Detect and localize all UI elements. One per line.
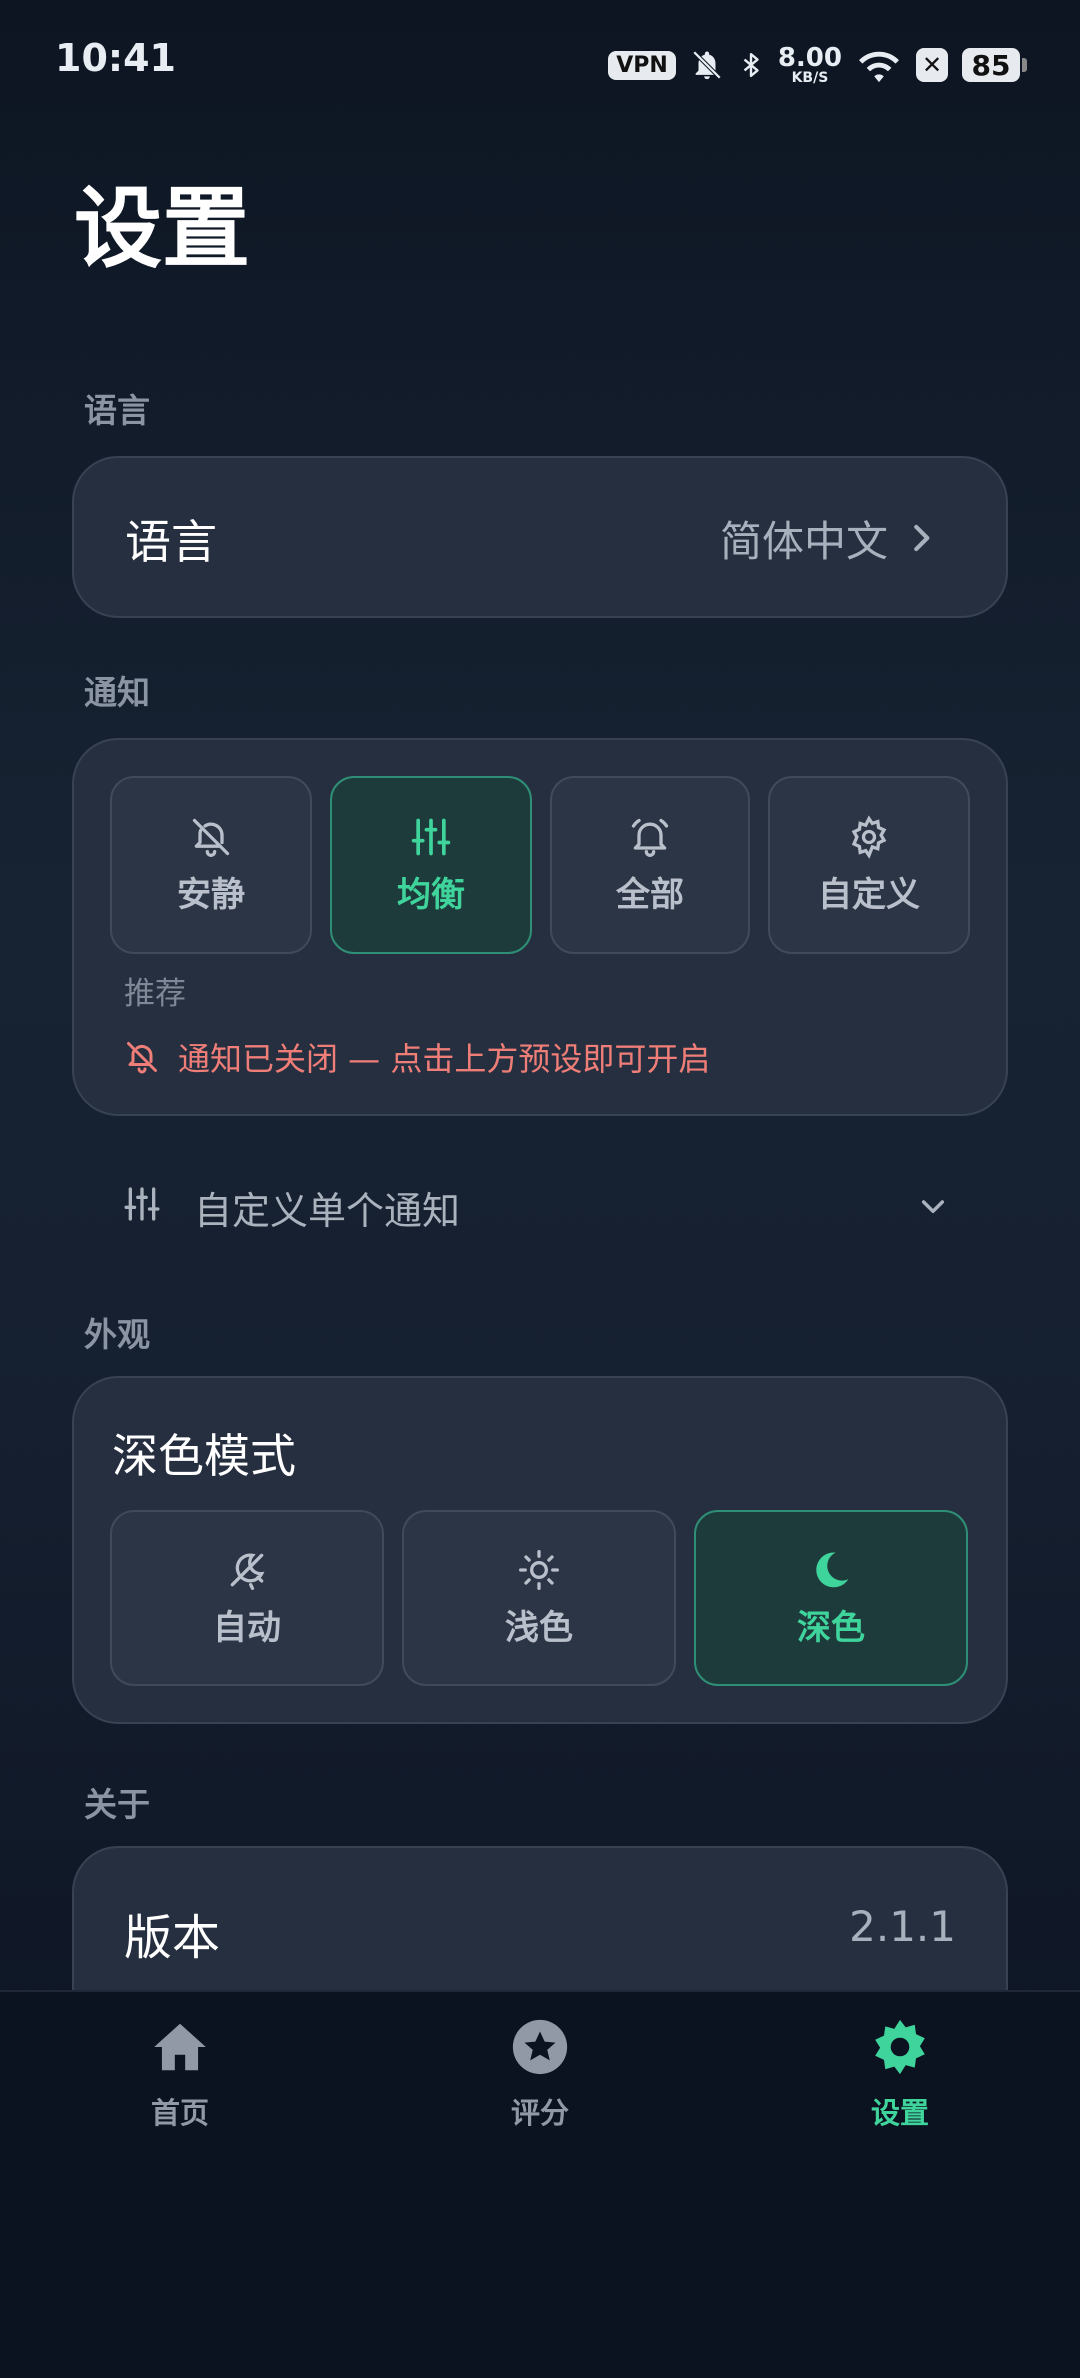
dark-mode-title: 深色模式 xyxy=(112,1429,296,1483)
status-icons: VPN 8.00 KB/S ✕ 85 xyxy=(608,40,1027,90)
nav-rate[interactable]: 评分 xyxy=(440,2016,640,2132)
preset-balanced-label: 均衡 xyxy=(397,874,465,915)
battery-icon: 85 xyxy=(962,48,1027,82)
section-appearance-heading: 外观 xyxy=(84,1315,150,1354)
x-box-icon: ✕ xyxy=(916,48,948,82)
preset-all-button[interactable]: 全部 xyxy=(550,776,750,954)
version-label: 版本 xyxy=(124,1910,221,1966)
vpn-badge: VPN xyxy=(608,50,676,80)
section-language-heading: 语言 xyxy=(84,391,150,430)
preset-quiet-button[interactable]: 安静 xyxy=(110,776,312,954)
home-icon xyxy=(154,2023,206,2071)
bell-icon xyxy=(631,818,669,857)
theme-dark-label: 深色 xyxy=(797,1607,865,1648)
network-speed: 8.00 KB/S xyxy=(778,45,842,85)
sliders-icon xyxy=(124,1187,160,1221)
theme-auto-label: 自动 xyxy=(213,1607,281,1648)
language-value: 简体中文 xyxy=(719,517,888,566)
nav-settings[interactable]: 设置 xyxy=(800,2016,1000,2132)
nav-settings-label: 设置 xyxy=(870,2096,929,2130)
sun-icon xyxy=(519,1549,559,1590)
bluetooth-icon xyxy=(743,52,759,78)
warning-text: 通知已关闭 — 点击上方预设即可开启 xyxy=(178,1040,711,1078)
preset-balanced-button[interactable]: 均衡 xyxy=(330,776,532,954)
nav-home[interactable]: 首页 xyxy=(80,2016,280,2132)
section-notifications-heading: 通知 xyxy=(84,673,150,712)
theme-auto-button[interactable]: 自动 xyxy=(110,1510,384,1686)
sliders-icon xyxy=(411,818,451,855)
page-title: 设置 xyxy=(74,177,251,280)
nav-rate-label: 评分 xyxy=(510,2096,569,2130)
custom-notifications-label: 自定义单个通知 xyxy=(194,1189,461,1233)
preset-custom-button[interactable]: 自定义 xyxy=(768,776,970,954)
auto-theme-icon xyxy=(230,1552,265,1590)
nav-home-label: 首页 xyxy=(150,2096,209,2130)
version-value: 2.1.1 xyxy=(849,1902,956,1951)
bell-off-warning-icon xyxy=(127,1042,157,1074)
chevron-down-icon[interactable] xyxy=(914,1190,952,1222)
moon-icon xyxy=(816,1551,849,1587)
theme-light-button[interactable]: 浅色 xyxy=(402,1510,676,1686)
bell-off-icon xyxy=(192,818,230,857)
recommended-caption: 推荐 xyxy=(124,976,186,1012)
chevron-right-icon xyxy=(914,524,930,552)
preset-all-label: 全部 xyxy=(616,874,684,915)
gear-icon xyxy=(851,814,887,859)
status-time: 10:41 xyxy=(55,36,176,80)
star-circle-icon xyxy=(512,2019,568,2075)
theme-light-label: 浅色 xyxy=(505,1607,573,1648)
speed-unit: KB/S xyxy=(791,70,829,86)
wifi-icon xyxy=(859,51,899,83)
preset-quiet-label: 安静 xyxy=(177,874,245,915)
notifications-off-warning[interactable]: 通知已关闭 — 点击上方预设即可开启 xyxy=(124,1034,710,1080)
theme-dark-button[interactable]: 深色 xyxy=(694,1510,968,1686)
language-label: 语言 xyxy=(125,515,217,569)
mute-bell-icon xyxy=(692,50,722,80)
section-about-heading: 关于 xyxy=(84,1785,150,1824)
speed-value: 8.00 xyxy=(777,43,842,73)
preset-custom-label: 自定义 xyxy=(818,874,920,915)
gear-icon xyxy=(875,2019,925,2075)
